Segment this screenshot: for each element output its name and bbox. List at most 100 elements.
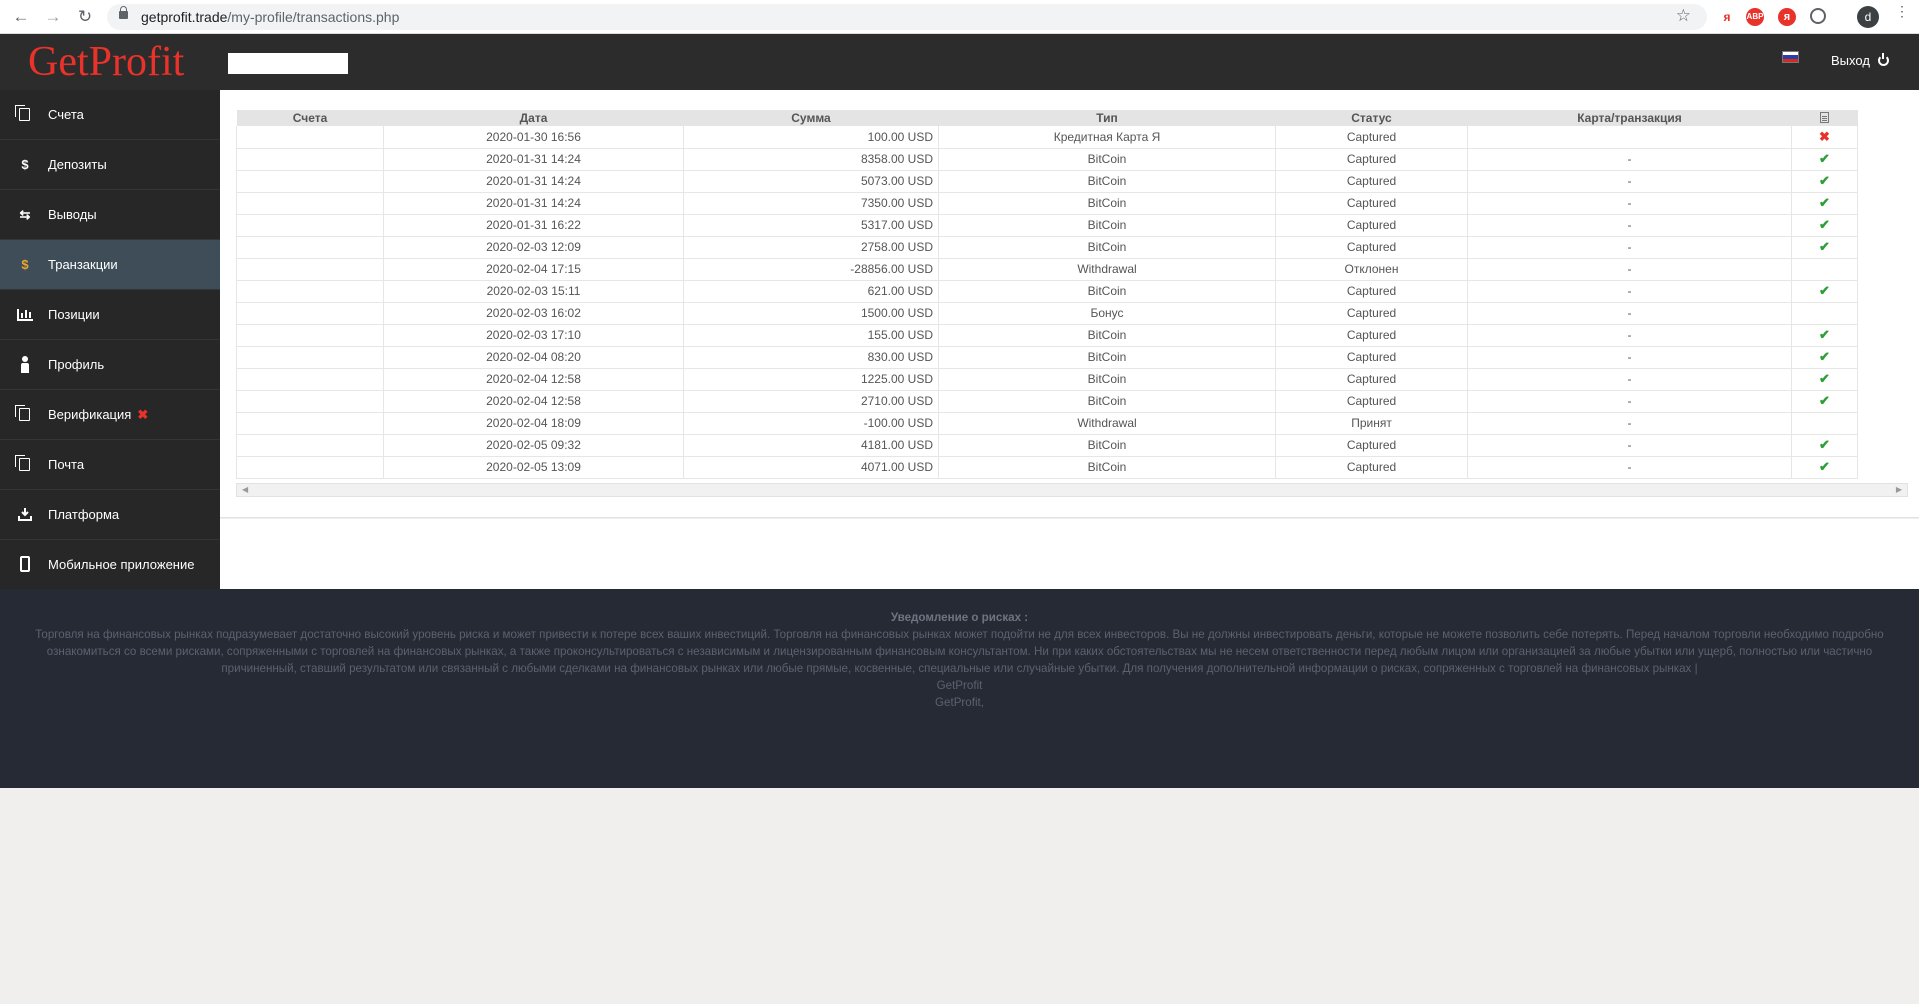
sidebar-item-label: Счета — [48, 107, 84, 122]
column-header-type[interactable]: Тип — [938, 110, 1276, 126]
amount-cell: 5073.00 USD — [683, 170, 939, 193]
sidebar-item-verification[interactable]: Верификация ✖ — [0, 390, 220, 440]
russian-flag-icon[interactable] — [1782, 51, 1799, 63]
username-box — [228, 53, 348, 74]
amount-cell: 1225.00 USD — [683, 368, 939, 391]
verification-label: Верификация — [48, 407, 132, 422]
status-mark-cell: ✔ — [1791, 236, 1858, 259]
accounts-icon — [15, 105, 30, 121]
sidebar-item-mobile-app[interactable]: Мобильное приложение — [0, 540, 220, 590]
date-cell: 2020-02-04 08:20 — [383, 346, 684, 369]
yandex-extension-icon[interactable]: я — [1718, 8, 1736, 26]
account-cell — [236, 170, 384, 193]
table-row: 2020-01-31 14:24 8358.00 USD BitCoin Captur… — [236, 148, 1858, 171]
column-header-status[interactable]: Статус — [1275, 110, 1468, 126]
reload-icon[interactable]: ↻ — [74, 6, 96, 28]
type-cell: BitCoin — [938, 324, 1276, 347]
address-bar[interactable]: getprofit.trade/my-profile/transactions.… — [107, 4, 1707, 30]
transactions-table-body: 2020-01-30 16:56 100.00 USD Кредитная Карт… — [236, 126, 1858, 479]
profile-avatar[interactable]: d — [1857, 6, 1879, 28]
status-mark-cell: ✔ — [1791, 280, 1858, 303]
bookmark-star-icon[interactable]: ☆ — [1676, 6, 1691, 26]
scroll-right-icon[interactable]: ▶ — [1896, 484, 1902, 496]
download-icon — [18, 508, 32, 521]
sidebar-item-withdrawals[interactable]: ⇆ Выводы — [0, 190, 220, 240]
date-cell: 2020-02-05 13:09 — [383, 456, 684, 479]
type-cell: BitCoin — [938, 368, 1276, 391]
type-cell: BitCoin — [938, 346, 1276, 369]
account-cell — [236, 192, 384, 215]
url-text: getprofit.trade/my-profile/transactions.… — [141, 9, 399, 25]
status-cell: Captured — [1275, 302, 1468, 325]
type-cell: Withdrawal — [938, 412, 1276, 435]
card-transaction-cell: - — [1467, 368, 1792, 391]
logo[interactable]: GetProfit — [28, 38, 184, 86]
column-header-document[interactable] — [1791, 110, 1858, 126]
type-cell: BitCoin — [938, 192, 1276, 215]
adblock-extension-icon[interactable]: ABP — [1746, 8, 1764, 26]
scroll-left-icon[interactable]: ◀ — [242, 484, 248, 496]
table-row: 2020-02-04 18:09 -100.00 USD Withdrawal При… — [236, 412, 1858, 435]
sidebar-item-transactions[interactable]: $ Транзакции — [0, 240, 220, 290]
type-cell: BitCoin — [938, 170, 1276, 193]
type-cell: BitCoin — [938, 456, 1276, 479]
back-arrow-icon[interactable]: ← — [10, 6, 32, 28]
column-header-date[interactable]: Дата — [383, 110, 684, 126]
checkmark-icon: ✔ — [1819, 437, 1830, 452]
status-cell: Принят — [1275, 412, 1468, 435]
sidebar-item-accounts[interactable]: Счета — [0, 90, 220, 140]
type-cell: Бонус — [938, 302, 1276, 325]
card-transaction-cell: - — [1467, 214, 1792, 237]
sidebar-item-positions[interactable]: Позиции — [0, 290, 220, 340]
account-cell — [236, 126, 384, 149]
type-cell: BitCoin — [938, 434, 1276, 457]
dollar-icon: $ — [21, 157, 29, 172]
table-row: 2020-01-31 16:22 5317.00 USD BitCoin Captur… — [236, 214, 1858, 237]
yandex-red-extension-icon[interactable]: я — [1778, 8, 1796, 26]
table-row: 2020-02-03 17:10 155.00 USD BitCoin Capture… — [236, 324, 1858, 347]
card-transaction-cell: - — [1467, 456, 1792, 479]
sidebar-item-label: Депозиты — [48, 157, 107, 172]
amount-cell: 8358.00 USD — [683, 148, 939, 171]
table-row: 2020-02-05 13:09 4071.00 USD BitCoin Captur… — [236, 456, 1858, 479]
content-padding — [220, 519, 1919, 589]
card-transaction-cell: - — [1467, 390, 1792, 413]
checkmark-icon: ✔ — [1819, 393, 1830, 408]
sidebar-item-label: Почта — [48, 457, 85, 472]
sidebar-item-label: Платформа — [48, 507, 120, 522]
sidebar-item-mail[interactable]: Почта — [0, 440, 220, 490]
table-header-row: Счета Дата Сумма Тип Статус Карта/транза… — [236, 110, 1858, 126]
account-cell — [236, 280, 384, 303]
type-cell: BitCoin — [938, 148, 1276, 171]
horizontal-scrollbar[interactable]: ◀ ▶ — [236, 483, 1908, 497]
transactions-table: Счета Дата Сумма Тип Статус Карта/транза… — [236, 110, 1858, 479]
amount-cell: 830.00 USD — [683, 346, 939, 369]
power-icon — [1877, 53, 1889, 66]
card-transaction-cell: - — [1467, 258, 1792, 281]
forward-arrow-icon[interactable]: → — [42, 6, 64, 28]
column-header-accounts[interactable]: Счета — [236, 110, 384, 126]
browser-toolbar: ← → ↻ getprofit.trade/my-profile/transac… — [0, 0, 1919, 34]
column-header-card-transaction[interactable]: Карта/транзакция — [1467, 110, 1792, 126]
browser-menu-icon[interactable]: ⋮ — [1895, 4, 1909, 18]
amount-cell: 4181.00 USD — [683, 434, 939, 457]
status-mark-cell: ✔ — [1791, 346, 1858, 369]
status-cell: Captured — [1275, 434, 1468, 457]
sidebar-item-deposits[interactable]: $ Депозиты — [0, 140, 220, 190]
sidebar-item-profile[interactable]: Профиль — [0, 340, 220, 390]
footer-brand-line: GetProfit, — [935, 696, 984, 709]
type-cell: Withdrawal — [938, 258, 1276, 281]
date-cell: 2020-02-04 12:58 — [383, 368, 684, 391]
shield-extension-icon[interactable] — [1810, 8, 1826, 24]
status-mark-cell: ✖ — [1791, 126, 1858, 149]
status-mark-cell: ✔ — [1791, 148, 1858, 171]
status-cell: Captured — [1275, 214, 1468, 237]
mail-icon — [15, 455, 30, 471]
column-header-amount[interactable]: Сумма — [683, 110, 939, 126]
logout-button[interactable]: Выход — [1831, 53, 1889, 68]
sidebar-item-platform[interactable]: Платформа — [0, 490, 220, 540]
status-mark-cell: ✔ — [1791, 192, 1858, 215]
document-icon — [1820, 112, 1829, 123]
status-mark-cell: ✔ — [1791, 368, 1858, 391]
date-cell: 2020-01-31 14:24 — [383, 192, 684, 215]
